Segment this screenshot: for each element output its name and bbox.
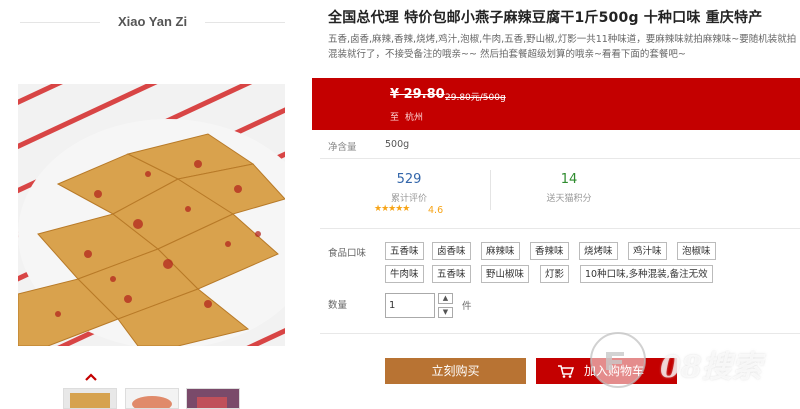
flavor-option[interactable]: 灯影 (540, 265, 570, 283)
reviews-label: 累计评价 (390, 194, 427, 204)
unit-price: 29.80元/500g (445, 93, 506, 103)
flavor-option[interactable]: 烧烤味 (579, 242, 618, 260)
shop-name[interactable]: Xiao Yan Zi (0, 0, 305, 42)
section-divider (320, 228, 800, 229)
flavor-option[interactable]: 10种口味,多种混装,备注无效 (580, 265, 713, 283)
quantity-increase-button[interactable]: ▲ (438, 293, 453, 304)
stats-divider (490, 170, 491, 210)
points-value: 14 (560, 172, 578, 187)
flavor-option[interactable]: 五香味 (385, 242, 424, 260)
points-label: 送天猫积分 (546, 194, 592, 204)
flavor-label: 食品口味 (328, 248, 367, 259)
buy-now-button[interactable]: 立刻购买 (385, 358, 526, 384)
shipping-city[interactable]: 杭州 (405, 110, 423, 123)
rating-value: 4.6 (428, 205, 444, 216)
chevron-up-icon[interactable] (84, 372, 98, 382)
original-price: ¥ 29.80 (390, 87, 445, 102)
quantity-label: 数量 (328, 300, 348, 311)
product-title: 全国总代理 特价包邮小燕子麻辣豆腐干1斤500g 十种口味 重庆特产 (328, 10, 763, 26)
quantity-unit: 件 (462, 301, 472, 312)
flavor-option[interactable]: 鸡汁味 (628, 242, 667, 260)
flavor-option[interactable]: 卤香味 (432, 242, 471, 260)
flavor-option[interactable]: 香辣味 (530, 242, 569, 260)
rating-stars: ★★★★★ (374, 204, 410, 214)
flavor-option[interactable]: 野山椒味 (481, 265, 530, 283)
reviews-count[interactable]: 529 (349, 172, 469, 187)
watermark-logo-icon (590, 332, 646, 388)
flavor-option[interactable]: 五香味 (432, 265, 471, 283)
cart-icon (558, 365, 574, 378)
flavor-option[interactable]: 泡椒味 (677, 242, 716, 260)
section-divider (320, 333, 800, 334)
watermark-text: 08搜索 (660, 350, 762, 385)
thumbnail-2[interactable] (125, 388, 179, 409)
thumbnail-1[interactable] (63, 388, 117, 409)
net-weight-label: 净含量 (328, 142, 357, 153)
flavor-option[interactable]: 牛肉味 (385, 265, 424, 283)
shipping-to-label: 至 (390, 113, 400, 123)
quantity-input[interactable] (385, 293, 435, 318)
thumbnail-3[interactable] (186, 388, 240, 409)
flavor-option[interactable]: 麻辣味 (481, 242, 520, 260)
shop-name-divider-right (205, 22, 285, 23)
section-divider (320, 158, 800, 159)
product-subtitle: 五香,卤香,麻辣,香辣,烧烤,鸡汁,泡椒,牛肉,五香,野山椒,灯影一共11种味道… (328, 34, 797, 60)
quantity-decrease-button[interactable]: ▼ (438, 307, 453, 318)
price-bar (312, 78, 800, 130)
net-weight-value: 500g (385, 139, 410, 150)
main-product-photo[interactable] (18, 84, 285, 346)
